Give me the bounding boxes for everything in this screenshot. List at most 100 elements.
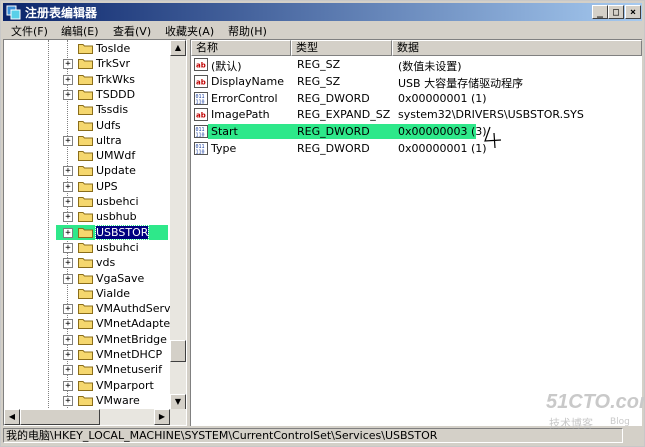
maximize-button[interactable]: □: [608, 5, 624, 19]
tree-item-label: USBSTOR: [94, 224, 150, 240]
tree-item-trksvr[interactable]: + TrkSvr: [4, 56, 172, 72]
tree-item-vmnetbridge[interactable]: + VMnetBridge: [4, 332, 172, 348]
value-data: system32\DRIVERS\USBSTOR.SYS: [398, 108, 584, 122]
expand-plus-icon[interactable]: +: [63, 181, 73, 192]
hscroll-thumb[interactable]: [20, 409, 100, 425]
tree-vertical-scrollbar[interactable]: ▲ ▼: [170, 40, 186, 410]
expand-plus-icon[interactable]: +: [63, 273, 73, 284]
value-row[interactable]: 011 110 Type REG_DWORD 0x00000001 (1): [191, 141, 641, 157]
expand-plus-icon[interactable]: +: [63, 227, 73, 238]
title-bar[interactable]: 注册表编辑器 _ □ ×: [3, 3, 642, 21]
menu-favorites[interactable]: 收藏夹(A): [165, 23, 214, 39]
folder-icon: [78, 365, 93, 376]
value-row[interactable]: ab (默认) REG_SZ (数值未设置): [191, 57, 641, 73]
expand-plus-icon[interactable]: +: [63, 212, 73, 223]
tree-item-label: VMnetAdapter: [96, 317, 175, 331]
value-data: USB 大容量存储驱动程序: [398, 76, 524, 90]
status-bar: 我的电脑\HKEY_LOCAL_MACHINE\SYSTEM\CurrentCo…: [3, 427, 642, 444]
expand-plus-icon[interactable]: +: [63, 242, 73, 253]
tree-item-vds[interactable]: + vds: [4, 255, 172, 271]
tree-item-label: usbhub: [96, 210, 137, 224]
value-list-pane[interactable]: 名称 类型 数据 ab (默认) REG_SZ (数值未设置) ab DisplayNam…: [190, 39, 642, 426]
tree-item-vmauthdservice[interactable]: + VMAuthdService: [4, 301, 186, 317]
column-header-data[interactable]: 数据: [392, 40, 642, 56]
column-header-name[interactable]: 名称: [191, 40, 291, 56]
tree-item-label: Udfs: [96, 118, 121, 132]
tree-item-tssdis[interactable]: Tssdis: [4, 102, 172, 118]
value-type: REG_SZ: [297, 58, 341, 71]
folder-icon: [78, 395, 93, 406]
tree-item-viaide[interactable]: ViaIde: [4, 286, 172, 302]
watermark-site: 51CTO.com: [546, 391, 644, 413]
tree-item-usbuhci[interactable]: + usbuhci: [4, 240, 172, 256]
tree-horizontal-scrollbar[interactable]: ◀ ▶: [4, 409, 186, 425]
watermark-blog: Blog: [610, 417, 630, 427]
value-row[interactable]: ab ImagePath REG_EXPAND_SZ system32\DRIVERS…: [191, 107, 641, 123]
tree-item-ups[interactable]: + UPS: [4, 179, 172, 195]
minimize-button[interactable]: _: [592, 5, 608, 19]
folder-icon: [78, 74, 93, 85]
tree-item-vmware[interactable]: + VMware: [4, 393, 172, 409]
value-row[interactable]: ab DisplayName REG_SZ USB 大容量存储驱动程序: [191, 74, 641, 90]
folder-icon: [78, 59, 93, 70]
expand-plus-icon[interactable]: +: [63, 319, 73, 330]
menu-bar: 文件(F) 编辑(E) 查看(V) 收藏夹(A) 帮助(H): [3, 22, 642, 38]
expand-plus-icon[interactable]: +: [63, 74, 73, 85]
tree-item-usbhub[interactable]: + usbhub: [4, 209, 172, 225]
folder-icon: [78, 120, 93, 131]
expand-plus-icon[interactable]: +: [63, 380, 73, 391]
scroll-thumb[interactable]: [170, 340, 186, 362]
key-tree-pane[interactable]: TosIde + TrkSvr + TrkWks + TSDDD Tssdis Udfs + ult…: [3, 39, 187, 426]
value-row[interactable]: 011 110 ErrorControl REG_DWORD 0x00000001 (1…: [191, 91, 641, 107]
expand-plus-icon[interactable]: +: [63, 365, 73, 376]
expand-plus-icon[interactable]: +: [63, 89, 73, 100]
expand-plus-icon[interactable]: +: [63, 395, 73, 406]
folder-icon: [78, 350, 93, 360]
expand-plus-icon[interactable]: +: [63, 135, 73, 146]
tree-item-ultra[interactable]: + ultra: [4, 133, 172, 149]
expand-plus-icon[interactable]: +: [63, 59, 73, 70]
expand-plus-icon[interactable]: +: [63, 258, 73, 269]
menu-file[interactable]: 文件(F): [11, 23, 48, 39]
scroll-up-arrow-icon[interactable]: ▲: [170, 40, 186, 56]
folder-icon: [78, 304, 93, 315]
tree-item-vmparport[interactable]: + VMparport: [4, 378, 172, 394]
scroll-right-arrow-icon[interactable]: ▶: [154, 409, 170, 425]
menu-help[interactable]: 帮助(H): [228, 23, 267, 39]
scroll-left-arrow-icon[interactable]: ◀: [4, 409, 20, 425]
expand-plus-icon[interactable]: +: [63, 166, 73, 177]
tree-item-udfs[interactable]: Udfs: [4, 118, 172, 134]
dword-value-icon: 011110: [194, 142, 208, 155]
tree-item-umwdf[interactable]: UMWdf: [4, 148, 172, 164]
value-row[interactable]: 011 110 Start REG_DWORD 0x00000003 (3): [191, 124, 641, 140]
menu-view[interactable]: 查看(V): [113, 23, 151, 39]
scroll-down-arrow-icon[interactable]: ▼: [170, 394, 186, 410]
expand-plus-icon[interactable]: +: [63, 334, 73, 345]
folder-icon: [78, 105, 93, 116]
svg-text:110: 110: [196, 150, 205, 156]
tree-item-vmnetdhcp[interactable]: + VMnetDHCP: [4, 347, 172, 363]
menu-edit[interactable]: 编辑(E): [61, 23, 99, 39]
tree-item-usbehci[interactable]: + usbehci: [4, 194, 172, 210]
tree-item-label: VMware: [96, 393, 140, 407]
tree-item-vmnetadapter[interactable]: + VMnetAdapter: [4, 316, 175, 332]
expand-plus-icon[interactable]: +: [63, 304, 73, 315]
expand-plus-icon[interactable]: +: [63, 197, 73, 207]
folder-icon: [78, 334, 93, 345]
tree-item-label: TrkWks: [96, 72, 135, 86]
tree-item-toside[interactable]: TosIde: [4, 41, 172, 57]
expand-plus-icon[interactable]: +: [63, 350, 73, 360]
close-button[interactable]: ×: [625, 5, 641, 19]
tree-item-vmnetuserif[interactable]: + VMnetuserif: [4, 362, 172, 378]
dword-value-icon: 011110: [194, 125, 208, 139]
column-header-type[interactable]: 类型: [291, 40, 392, 56]
tree-item-tsddd[interactable]: + TSDDD: [4, 87, 172, 103]
tree-item-update[interactable]: + Update: [4, 163, 172, 179]
tree-item-label: ultra: [96, 133, 122, 147]
tree-item-usbstor[interactable]: + USBSTOR: [4, 224, 172, 241]
tree-item-trkwks[interactable]: + TrkWks: [4, 72, 172, 88]
folder-icon: [78, 197, 93, 207]
tree-item-vgasave[interactable]: + VgaSave: [4, 271, 172, 287]
svg-text:ab: ab: [196, 112, 206, 120]
folder-icon: [78, 44, 93, 54]
